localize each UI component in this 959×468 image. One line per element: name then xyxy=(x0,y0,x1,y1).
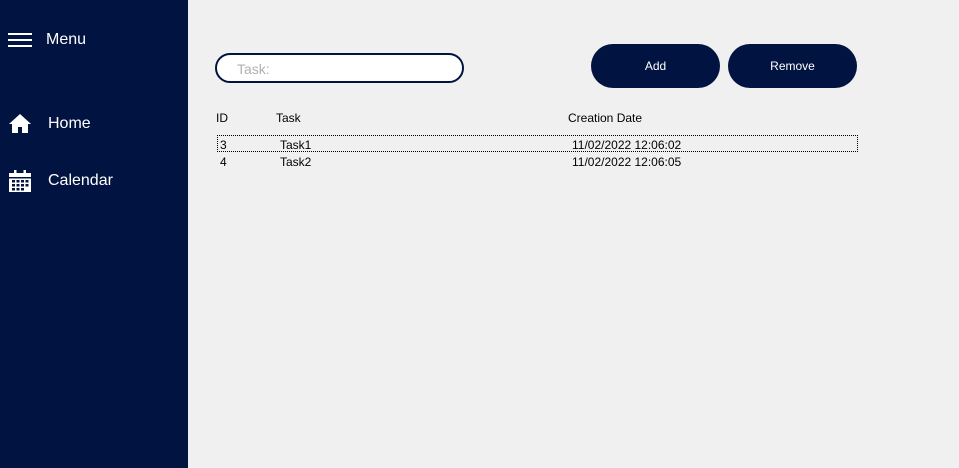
sidebar-item-label: Calendar xyxy=(48,172,113,189)
task-list[interactable]: 3 Task1 11/02/2022 12:06:02 4 Task2 11/0… xyxy=(216,134,858,174)
sidebar-item-label: Home xyxy=(48,115,91,132)
cell-task: Task1 xyxy=(280,138,312,152)
sidebar: Menu Home Calendar xyxy=(0,0,188,468)
table-row[interactable]: 4 Task2 11/02/2022 12:06:05 xyxy=(216,153,858,170)
task-input[interactable] xyxy=(235,59,454,79)
table-row[interactable]: 3 Task1 11/02/2022 12:06:02 xyxy=(216,135,858,153)
add-button[interactable]: Add xyxy=(591,44,720,88)
cell-task: Task2 xyxy=(280,155,312,169)
sidebar-item-home[interactable]: Home xyxy=(8,110,178,138)
cell-creation-date: 11/02/2022 12:06:05 xyxy=(572,155,682,169)
calendar-icon xyxy=(8,169,32,193)
remove-button[interactable]: Remove xyxy=(728,44,857,88)
cell-id: 3 xyxy=(220,138,227,152)
column-header-creation-date[interactable]: Creation Date xyxy=(568,111,642,125)
column-header-task[interactable]: Task xyxy=(276,111,301,125)
menu-toggle-button[interactable]: Menu xyxy=(8,28,158,52)
menu-label: Menu xyxy=(46,31,87,48)
task-input-container xyxy=(215,53,464,83)
cell-creation-date: 11/02/2022 12:06:02 xyxy=(572,138,682,152)
cell-id: 4 xyxy=(220,155,227,169)
sidebar-item-calendar[interactable]: Calendar xyxy=(8,167,178,195)
hamburger-icon xyxy=(8,31,32,49)
home-icon xyxy=(8,112,32,136)
column-header-id[interactable]: ID xyxy=(216,111,228,125)
